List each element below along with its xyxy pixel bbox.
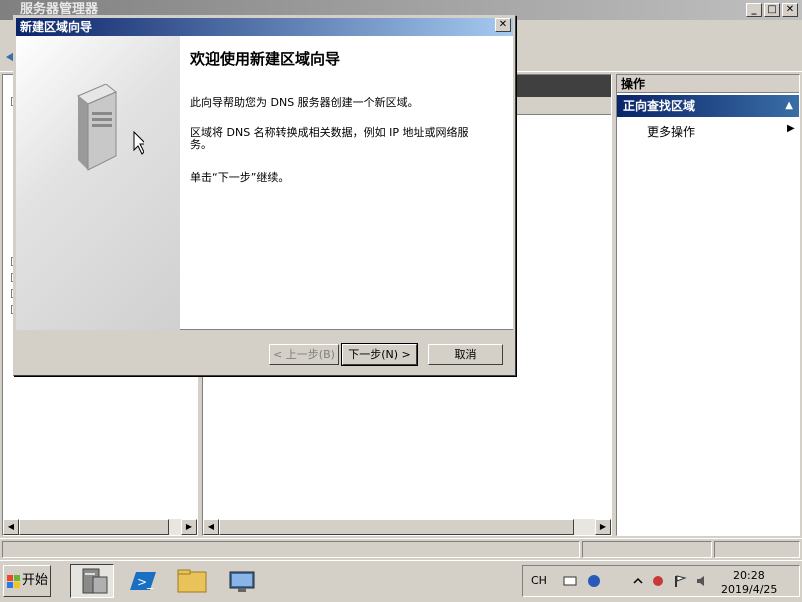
volume-icon[interactable]: [695, 574, 709, 588]
start-button[interactable]: 开始: [3, 565, 51, 597]
cancel-button[interactable]: 取消: [428, 344, 503, 365]
horizontal-scrollbar[interactable]: ◀ ▶: [203, 519, 611, 535]
clock-date[interactable]: 2019/4/25: [721, 583, 777, 596]
start-label: 开始: [22, 573, 49, 588]
show-hidden-icons-icon[interactable]: [631, 574, 645, 588]
help-icon[interactable]: [587, 574, 601, 588]
dialog-title: 新建区域向导: [20, 20, 93, 34]
collapse-up-icon[interactable]: ▲: [785, 95, 793, 117]
horizontal-scrollbar[interactable]: ◀ ▶: [3, 519, 197, 535]
network-taskbar-button[interactable]: [220, 564, 264, 598]
scroll-right-icon[interactable]: ▶: [181, 519, 197, 535]
dialog-close-button[interactable]: ✕: [495, 18, 511, 32]
status-bar: [0, 538, 802, 560]
server-manager-taskbar-button[interactable]: [70, 564, 114, 598]
svg-text:>_: >_: [137, 575, 154, 589]
taskbar: 开始 >_ CH 20:28 2019/4/25: [0, 560, 802, 599]
status-cell: [582, 541, 712, 558]
actions-section-title: 正向查找区域: [623, 99, 696, 113]
status-cell: [714, 541, 800, 558]
wizard-description-text: 区域将 DNS 名称转换成相关数据，例如 IP 地址或网络服务。: [190, 126, 469, 151]
status-cell: [2, 541, 580, 558]
folder-icon: [177, 569, 207, 593]
maximize-button[interactable]: □: [764, 3, 780, 17]
actions-title: 操作: [617, 75, 799, 93]
dialog-titlebar: 新建区域向导: [16, 18, 513, 36]
action-center-flag-icon[interactable]: [673, 574, 687, 588]
wizard-instruction-text: 单击“下一步”继续。: [190, 171, 290, 184]
new-zone-wizard-dialog: 新建区域向导 ✕ 欢迎使用新建区域向导 此向导帮助您为 DNS 服务器创建一个新…: [13, 15, 516, 376]
actions-pane: 操作 正向查找区域 ▲ 更多操作 ▶: [616, 74, 800, 536]
network-icon: [229, 571, 255, 592]
server-icon: [82, 568, 108, 594]
scroll-thumb[interactable]: [219, 519, 574, 535]
keyboard-icon[interactable]: [563, 574, 577, 588]
scroll-thumb[interactable]: [19, 519, 169, 535]
clock-time[interactable]: 20:28: [733, 569, 765, 582]
scroll-right-icon[interactable]: ▶: [595, 519, 611, 535]
dialog-body: 欢迎使用新建区域向导 此向导帮助您为 DNS 服务器创建一个新区域。 区域将 D…: [16, 36, 513, 330]
powershell-taskbar-button[interactable]: >_: [120, 564, 164, 598]
server-icon: [77, 84, 144, 171]
language-indicator[interactable]: CH: [531, 574, 547, 587]
explorer-taskbar-button[interactable]: [170, 564, 214, 598]
back-button[interactable]: < 上一步(B): [269, 344, 339, 365]
powershell-icon: >_: [130, 572, 156, 590]
wizard-intro-text: 此向导帮助您为 DNS 服务器创建一个新区域。: [190, 96, 419, 109]
more-actions-item[interactable]: 更多操作: [647, 123, 695, 140]
next-button[interactable]: 下一步(N) >: [341, 343, 418, 366]
wizard-banner: [16, 36, 180, 330]
system-tray: CH 20:28 2019/4/25: [522, 565, 800, 597]
submenu-arrow-icon: ▶: [787, 123, 795, 134]
network-status-icon[interactable]: [651, 574, 665, 588]
scroll-left-icon[interactable]: ◀: [3, 519, 19, 535]
close-button[interactable]: ✕: [782, 3, 798, 17]
minimize-button[interactable]: _: [746, 3, 762, 17]
scroll-left-icon[interactable]: ◀: [203, 519, 219, 535]
windows-logo-icon: [7, 575, 20, 588]
actions-section-header[interactable]: 正向查找区域 ▲: [617, 95, 799, 117]
wizard-heading: 欢迎使用新建区域向导: [190, 50, 341, 68]
